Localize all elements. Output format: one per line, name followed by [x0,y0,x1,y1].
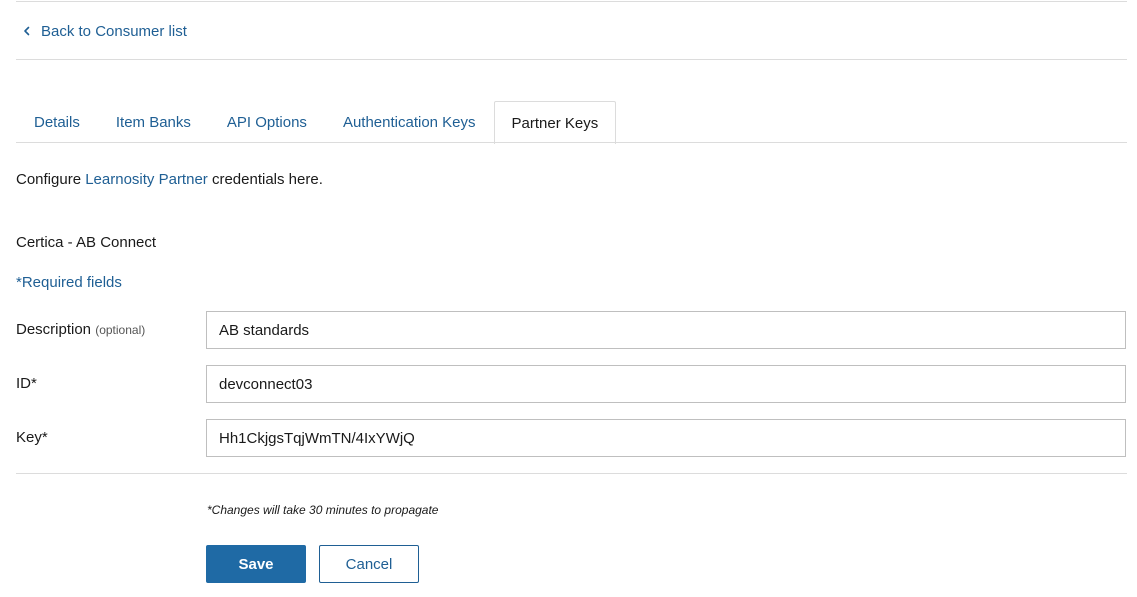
intro-suffix: credentials here. [207,171,323,188]
partner-keys-page: Back to Consumer list Details Item Banks… [0,0,1137,597]
top-divider [16,1,1127,2]
id-input[interactable] [206,365,1126,403]
tab-label: Details [34,114,80,131]
description-input[interactable] [206,311,1126,349]
partner-title: Certica - AB Connect [16,234,157,251]
description-label-text: Description [16,321,92,338]
tab-label: Partner Keys [511,114,599,132]
key-input[interactable] [206,419,1126,457]
tab-authentication-keys[interactable]: Authentication Keys [325,101,494,143]
tab-bar-divider [16,142,1127,143]
back-link-label: Back to Consumer list [41,22,187,40]
tab-partner-keys[interactable]: Partner Keys [493,101,617,144]
tab-api-options[interactable]: API Options [209,101,325,143]
tab-bar: Details Item Banks API Options Authentic… [16,101,617,144]
learnosity-partner-link[interactable]: Learnosity Partner [85,171,208,188]
tab-details[interactable]: Details [16,101,98,143]
cancel-button[interactable]: Cancel [319,545,419,583]
header-divider [16,59,1127,60]
form-divider [16,473,1127,474]
tab-label: Item Banks [115,114,191,131]
intro-prefix: Configure [16,171,86,188]
save-button[interactable]: Save [206,545,306,583]
tab-label: API Options [226,114,307,131]
chevron-left-icon [24,26,30,36]
required-fields-note: *Required fields [16,274,122,291]
tab-item-banks[interactable]: Item Banks [98,101,209,143]
key-label: Key* [16,429,48,446]
optional-tag: (optional) [95,323,146,337]
back-to-consumer-list-link[interactable]: Back to Consumer list [22,21,187,41]
tab-label: Authentication Keys [342,114,476,131]
description-label: Description (optional) [16,321,145,338]
intro-text: Configure Learnosity Partner credentials… [16,171,323,188]
id-label: ID* [16,375,37,392]
propagation-note: *Changes will take 30 minutes to propaga… [207,503,439,517]
